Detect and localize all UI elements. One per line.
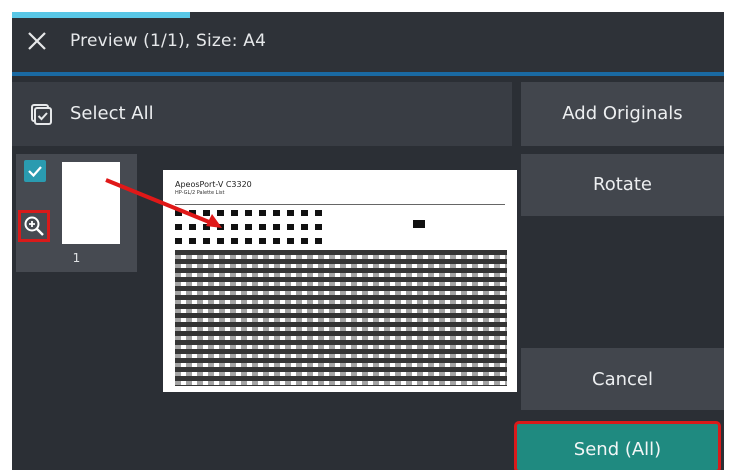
page-checkbox[interactable] [24,160,46,182]
page-preview: ApeosPort-V C3320 HP-GL/2 Palette List [163,170,517,392]
preview-palette-header [175,210,325,246]
cancel-button[interactable]: Cancel [521,348,724,410]
preview-document-title: ApeosPort-V C3320 [175,180,252,189]
check-icon [28,166,42,178]
close-button[interactable] [24,28,50,54]
select-all-label: Select All [70,103,154,124]
header-divider [12,72,724,76]
preview-grid-overlay [175,250,507,386]
progress-bar [12,12,190,18]
send-all-button[interactable]: Send (All) [514,421,721,470]
close-icon [28,32,46,50]
preview-document-subtitle: HP-GL/2 Palette List [175,190,225,196]
thumbnail-page-image [62,162,120,244]
select-all-button[interactable]: Select All [12,82,512,146]
preview-rule [175,204,505,205]
zoom-button[interactable] [18,210,50,242]
page-thumbnail[interactable]: 1 [16,154,137,272]
add-originals-button[interactable]: Add Originals [521,82,724,146]
preview-screen: Preview (1/1), Size: A4 Select All Add O… [12,12,724,470]
page-title: Preview (1/1), Size: A4 [70,31,267,51]
rotate-button[interactable]: Rotate [521,154,724,216]
zoom-in-icon [24,216,44,236]
select-all-icon [29,102,53,126]
page-number: 1 [72,251,81,265]
title-bar: Preview (1/1), Size: A4 [12,12,724,72]
preview-swatch [413,220,425,228]
